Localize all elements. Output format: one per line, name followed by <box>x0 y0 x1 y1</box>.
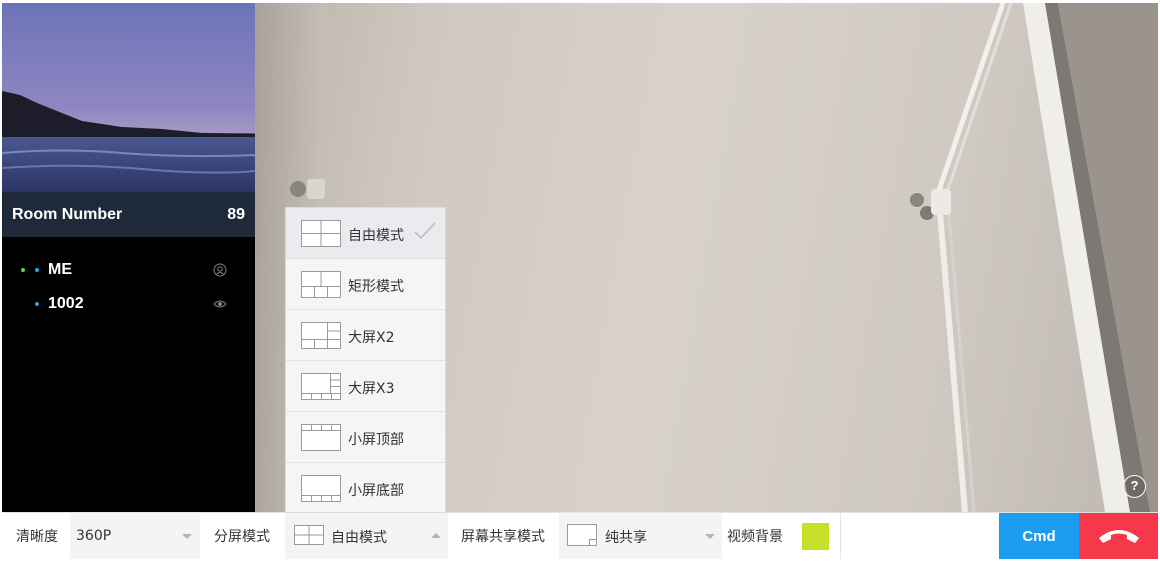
split-option-grid[interactable]: 矩形模式 <box>286 259 445 310</box>
split-option-label: 矩形模式 <box>348 279 404 295</box>
share-mode-select[interactable]: 纯共享 <box>559 513 722 559</box>
split-label: 分屏模式 <box>214 529 270 545</box>
split-option-label: 大屏X3 <box>348 381 395 397</box>
clarity-value: 360P <box>76 528 112 544</box>
split-option-small-top[interactable]: 小屏顶部 <box>286 412 445 463</box>
room-label: Room Number <box>12 205 123 223</box>
eye-icon[interactable] <box>213 297 227 311</box>
share-label-cell: 屏幕共享模式 <box>448 513 559 559</box>
participant-item-1002[interactable]: 1002 <box>2 287 255 321</box>
split-mode-select[interactable]: 自由模式 <box>285 513 448 559</box>
share-value: 纯共享 <box>605 530 647 546</box>
help-icon[interactable]: ? <box>1123 475 1146 498</box>
bg-label-cell: 视频背景 <box>722 513 797 559</box>
split-option-big-x2[interactable]: 大屏X2 <box>286 310 445 361</box>
layout-big-x3-icon <box>301 373 341 400</box>
bottom-toolbar: 清晰度 360P 分屏模式 自由模式 屏幕共享模式 纯共享 视频背景 Cmd <box>2 512 1158 559</box>
bg-label: 视频背景 <box>727 529 783 545</box>
participant-name: ME <box>48 261 72 278</box>
split-option-free[interactable]: 自由模式 <box>286 208 445 259</box>
layout-small-bottom-icon <box>301 475 341 502</box>
split-mode-dropdown: 自由模式 矩形模式 大屏X2 大屏X3 小屏顶部 小屏底部 <box>285 207 446 513</box>
cmd-button[interactable]: Cmd <box>999 513 1079 559</box>
user-icon[interactable] <box>213 263 227 277</box>
split-option-label: 小屏底部 <box>348 483 404 499</box>
participant-item-me[interactable]: ME <box>2 253 255 287</box>
participant-name: 1002 <box>48 295 84 312</box>
clarity-label-cell: 清晰度 <box>2 513 70 559</box>
room-number: 89 <box>227 205 245 223</box>
split-option-label: 自由模式 <box>348 228 404 244</box>
layout-small-top-icon <box>301 424 341 451</box>
layout-big-x2-icon <box>301 322 341 349</box>
layout-free-icon <box>294 525 324 545</box>
share-label: 屏幕共享模式 <box>461 529 545 545</box>
participant-list: ME 1002 <box>2 253 255 321</box>
left-panel: Room Number 89 ME 1002 <box>2 3 255 512</box>
status-dot-blue <box>35 302 39 306</box>
chevron-up-icon <box>431 533 441 538</box>
split-option-label: 大屏X2 <box>348 330 395 346</box>
split-label-cell: 分屏模式 <box>200 513 285 559</box>
chevron-down-icon <box>705 534 715 539</box>
clarity-select[interactable]: 360P <box>70 513 200 559</box>
local-video-thumbnail[interactable] <box>2 3 255 192</box>
layout-free-icon <box>301 220 341 247</box>
clarity-label: 清晰度 <box>16 529 58 545</box>
split-option-small-bottom[interactable]: 小屏底部 <box>286 463 445 514</box>
screen-share-icon <box>567 524 597 546</box>
video-background-color-swatch[interactable] <box>802 523 829 550</box>
split-option-label: 小屏顶部 <box>348 432 404 448</box>
room-header: Room Number 89 <box>2 192 255 237</box>
status-dot-green <box>21 268 25 272</box>
status-dot-blue <box>35 268 39 272</box>
layout-grid-icon <box>301 271 341 298</box>
split-option-big-x3[interactable]: 大屏X3 <box>286 361 445 412</box>
checkmark-icon <box>414 222 436 239</box>
seascape-image <box>2 3 255 192</box>
split-value: 自由模式 <box>331 530 387 546</box>
phone-hangup-icon <box>1098 530 1139 543</box>
chevron-down-icon <box>182 534 192 539</box>
toolbar-divider <box>840 513 841 559</box>
hangup-button[interactable] <box>1079 513 1158 559</box>
